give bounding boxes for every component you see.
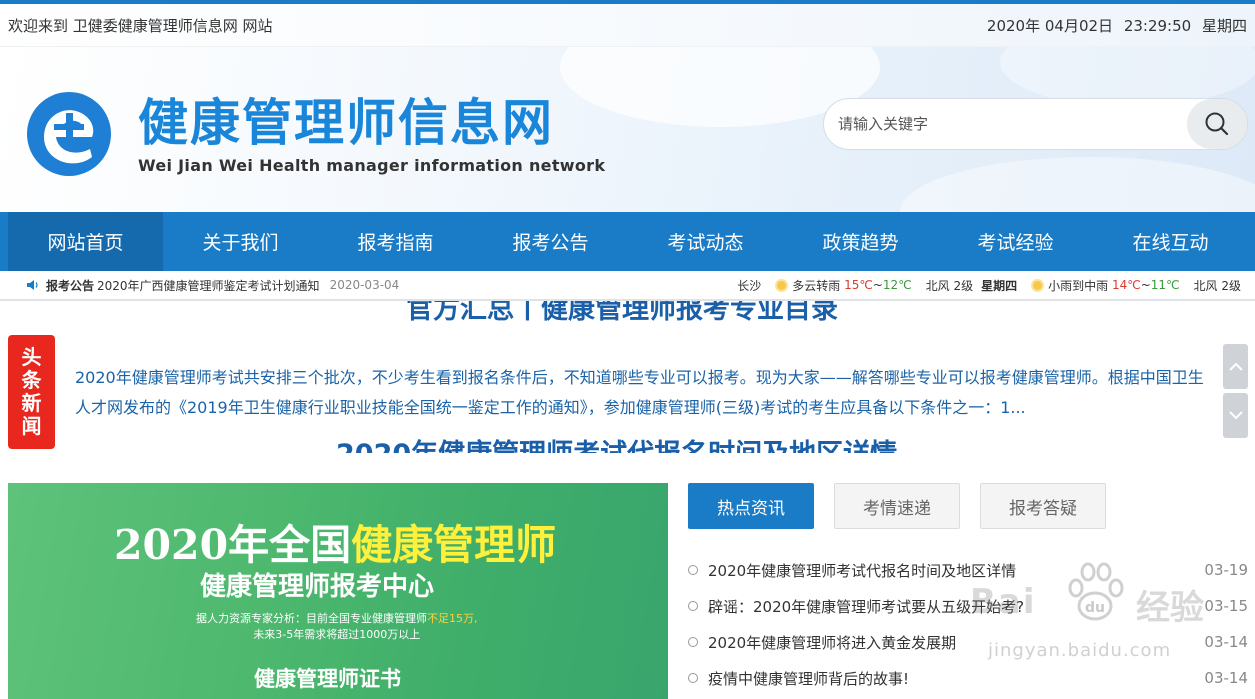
list-item[interactable]: 2020年健康管理师考试代报名时间及地区详情 03-19 <box>688 552 1248 588</box>
weather-today-cond: 多云转雨 <box>792 278 841 293</box>
scroll-up-button[interactable] <box>1223 344 1248 389</box>
headline-summary[interactable]: 2020年健康管理师考试共安排三个批次，不少考生看到报名条件后，不知道哪些专业可… <box>75 363 1210 423</box>
bullet-icon <box>688 637 698 647</box>
rain-icon <box>1031 278 1045 292</box>
tab-exam-qa[interactable]: 报考答疑 <box>980 483 1106 529</box>
tab-exam-express[interactable]: 考情速递 <box>834 483 960 529</box>
site-logo[interactable]: 健康管理师信息网 Wei Jian Wei Health manager inf… <box>26 91 605 177</box>
weather-tomorrow-lo: 11℃ <box>1150 278 1180 292</box>
headline-badge: 头 条 新 闻 <box>8 335 55 449</box>
weekday-text: 星期四 <box>1201 16 1247 35</box>
banner-cert: 健康管理师证书 <box>254 667 401 691</box>
logo-title-cn: 健康管理师信息网 <box>138 93 554 152</box>
cloudy-icon <box>775 278 789 292</box>
search-icon <box>1205 112 1229 136</box>
weather-tomorrow-hi: 14℃ <box>1111 278 1141 292</box>
nav-item-interaction[interactable]: 在线互动 <box>1093 212 1248 271</box>
news-tabs: 热点资讯 考情速递 报考答疑 <box>688 483 1248 529</box>
banner-note-b: 未来3-5年需求将超过1000万以上 <box>253 628 421 641</box>
nav-item-exam-news[interactable]: 考试动态 <box>628 212 783 271</box>
search-input[interactable] <box>824 115 1184 133</box>
badge-char: 新 <box>21 391 42 415</box>
nav-item-policy[interactable]: 政策趋势 <box>783 212 938 271</box>
banner-note-a: 据人力资源专家分析：目前全国专业健康管理师 <box>196 612 427 625</box>
welcome-text: 欢迎来到 卫健委健康管理师信息网 网站 <box>8 16 273 35</box>
weather-today-weekday: 星期四 <box>981 278 1018 293</box>
news-list: 2020年健康管理师考试代报名时间及地区详情 03-19 辟谣：2020年健康管… <box>688 552 1248 696</box>
weather-widget: 长沙 多云转雨 15℃ ~ 12℃ 北风 2级 星期四 小雨到中雨 14℃ ~ … <box>737 277 1241 294</box>
weather-today-sep: ~ <box>872 278 883 292</box>
promo-banner[interactable]: 2020年全国健康管理师 健康管理师报考中心 据人力资源专家分析：目前全国专业健… <box>8 483 668 699</box>
search-box <box>823 98 1248 150</box>
weather-tomorrow-wind: 北风 2级 <box>1193 278 1241 293</box>
headline-title[interactable]: 官方汇总丨健康管理师报考专业目录 <box>406 301 838 326</box>
nav-item-about[interactable]: 关于我们 <box>163 212 318 271</box>
ticker-category: 报考公告 <box>46 278 95 293</box>
headline-news: 头 条 新 闻 官方汇总丨健康管理师报考专业目录 2020年健康管理师考试共安排… <box>0 301 1255 453</box>
news-title[interactable]: 疫情中健康管理师背后的故事! <box>708 668 909 689</box>
banner-subtitle: 健康管理师报考中心 <box>200 572 435 602</box>
banner-title: 2020年全国健康管理师 <box>114 511 556 571</box>
news-date: 03-15 <box>1204 597 1248 615</box>
tab-hot-news[interactable]: 热点资讯 <box>688 483 814 529</box>
news-date: 03-14 <box>1204 633 1248 651</box>
chevron-up-icon <box>1228 362 1243 371</box>
weather-tomorrow-sep: ~ <box>1140 278 1151 292</box>
banner-title-a: 2020年全国 <box>114 521 352 569</box>
welcome-bar: 欢迎来到 卫健委健康管理师信息网 网站 2020年 04月02日 23:29:5… <box>0 4 1255 47</box>
banner-note-red: 不足15万, <box>427 612 478 625</box>
weather-today-hi: 15℃ <box>844 278 873 292</box>
banner-note: 据人力资源专家分析：目前全国专业健康管理师不足15万, 未来3-5年需求将超过1… <box>196 611 478 643</box>
bullet-icon <box>688 673 698 683</box>
nav-item-guide[interactable]: 报考指南 <box>318 212 473 271</box>
nav-item-notice[interactable]: 报考公告 <box>473 212 628 271</box>
time-text: 23:29:50 <box>1123 16 1192 35</box>
news-date: 03-19 <box>1204 561 1248 579</box>
date-text: 2020年 04月02日 <box>986 16 1114 35</box>
speaker-icon <box>27 280 38 290</box>
scroll-down-button[interactable] <box>1223 393 1248 438</box>
weather-today-lo: 12℃ <box>882 278 912 292</box>
list-item[interactable]: 辟谣：2020年健康管理师考试要从五级开始考? 03-15 <box>688 588 1248 624</box>
news-title[interactable]: 2020年健康管理师将进入黄金发展期 <box>708 632 956 653</box>
weather-today: 多云转雨 15℃ ~ 12℃ 北风 2级 星期四 <box>775 277 1017 294</box>
headline-title-next[interactable]: 2020年健康管理师考试代报名时间及地区详情 <box>336 432 897 453</box>
search-button[interactable] <box>1187 99 1247 149</box>
ticker-announcement[interactable]: 报考公告 2020年广西健康管理师鉴定考试计划通知 2020-03-04 <box>26 277 399 294</box>
list-item[interactable]: 疫情中健康管理师背后的故事! 03-14 <box>688 660 1248 696</box>
bullet-icon <box>688 601 698 611</box>
list-item[interactable]: 2020年健康管理师将进入黄金发展期 03-14 <box>688 624 1248 660</box>
weather-today-wind: 北风 2级 <box>925 278 974 293</box>
news-panel: 热点资讯 考情速递 报考答疑 2020年健康管理师考试代报名时间及地区详情 03… <box>688 483 1248 696</box>
site-header: 健康管理师信息网 Wei Jian Wei Health manager inf… <box>0 47 1255 212</box>
news-title[interactable]: 2020年健康管理师考试代报名时间及地区详情 <box>708 560 1016 581</box>
bullet-icon <box>688 565 698 575</box>
datetime: 2020年 04月02日 23:29:50 星期四 <box>981 15 1247 36</box>
nav-item-home[interactable]: 网站首页 <box>8 212 163 271</box>
news-title[interactable]: 辟谣：2020年健康管理师考试要从五级开始考? <box>708 596 1024 617</box>
news-date: 03-14 <box>1204 669 1248 687</box>
ticker-date: 2020-03-04 <box>329 278 400 292</box>
ticker-text[interactable]: 2020年广西健康管理师鉴定考试计划通知 <box>97 277 320 294</box>
weather-city: 长沙 <box>737 278 762 293</box>
headline-scroller: 官方汇总丨健康管理师报考专业目录 2020年健康管理师考试共安排三个批次，不少考… <box>70 301 1210 453</box>
logo-title-en: Wei Jian Wei Health manager information … <box>138 155 606 175</box>
weather-tomorrow: 小雨到中雨 14℃ ~ 11℃ 北风 2级 <box>1031 277 1241 294</box>
weather-tomorrow-cond: 小雨到中雨 <box>1048 278 1109 293</box>
badge-char: 闻 <box>21 414 42 438</box>
banner-title-b: 健康管理师 <box>351 521 557 569</box>
main-nav: 网站首页 关于我们 报考指南 报考公告 考试动态 政策趋势 考试经验 在线互动 <box>0 212 1255 271</box>
logo-icon <box>27 92 111 176</box>
badge-char: 头 <box>21 345 42 369</box>
badge-char: 条 <box>21 368 42 392</box>
chevron-down-icon <box>1228 411 1243 420</box>
news-ticker: 报考公告 2020年广西健康管理师鉴定考试计划通知 2020-03-04 长沙 … <box>0 271 1255 301</box>
nav-item-experience[interactable]: 考试经验 <box>938 212 1093 271</box>
